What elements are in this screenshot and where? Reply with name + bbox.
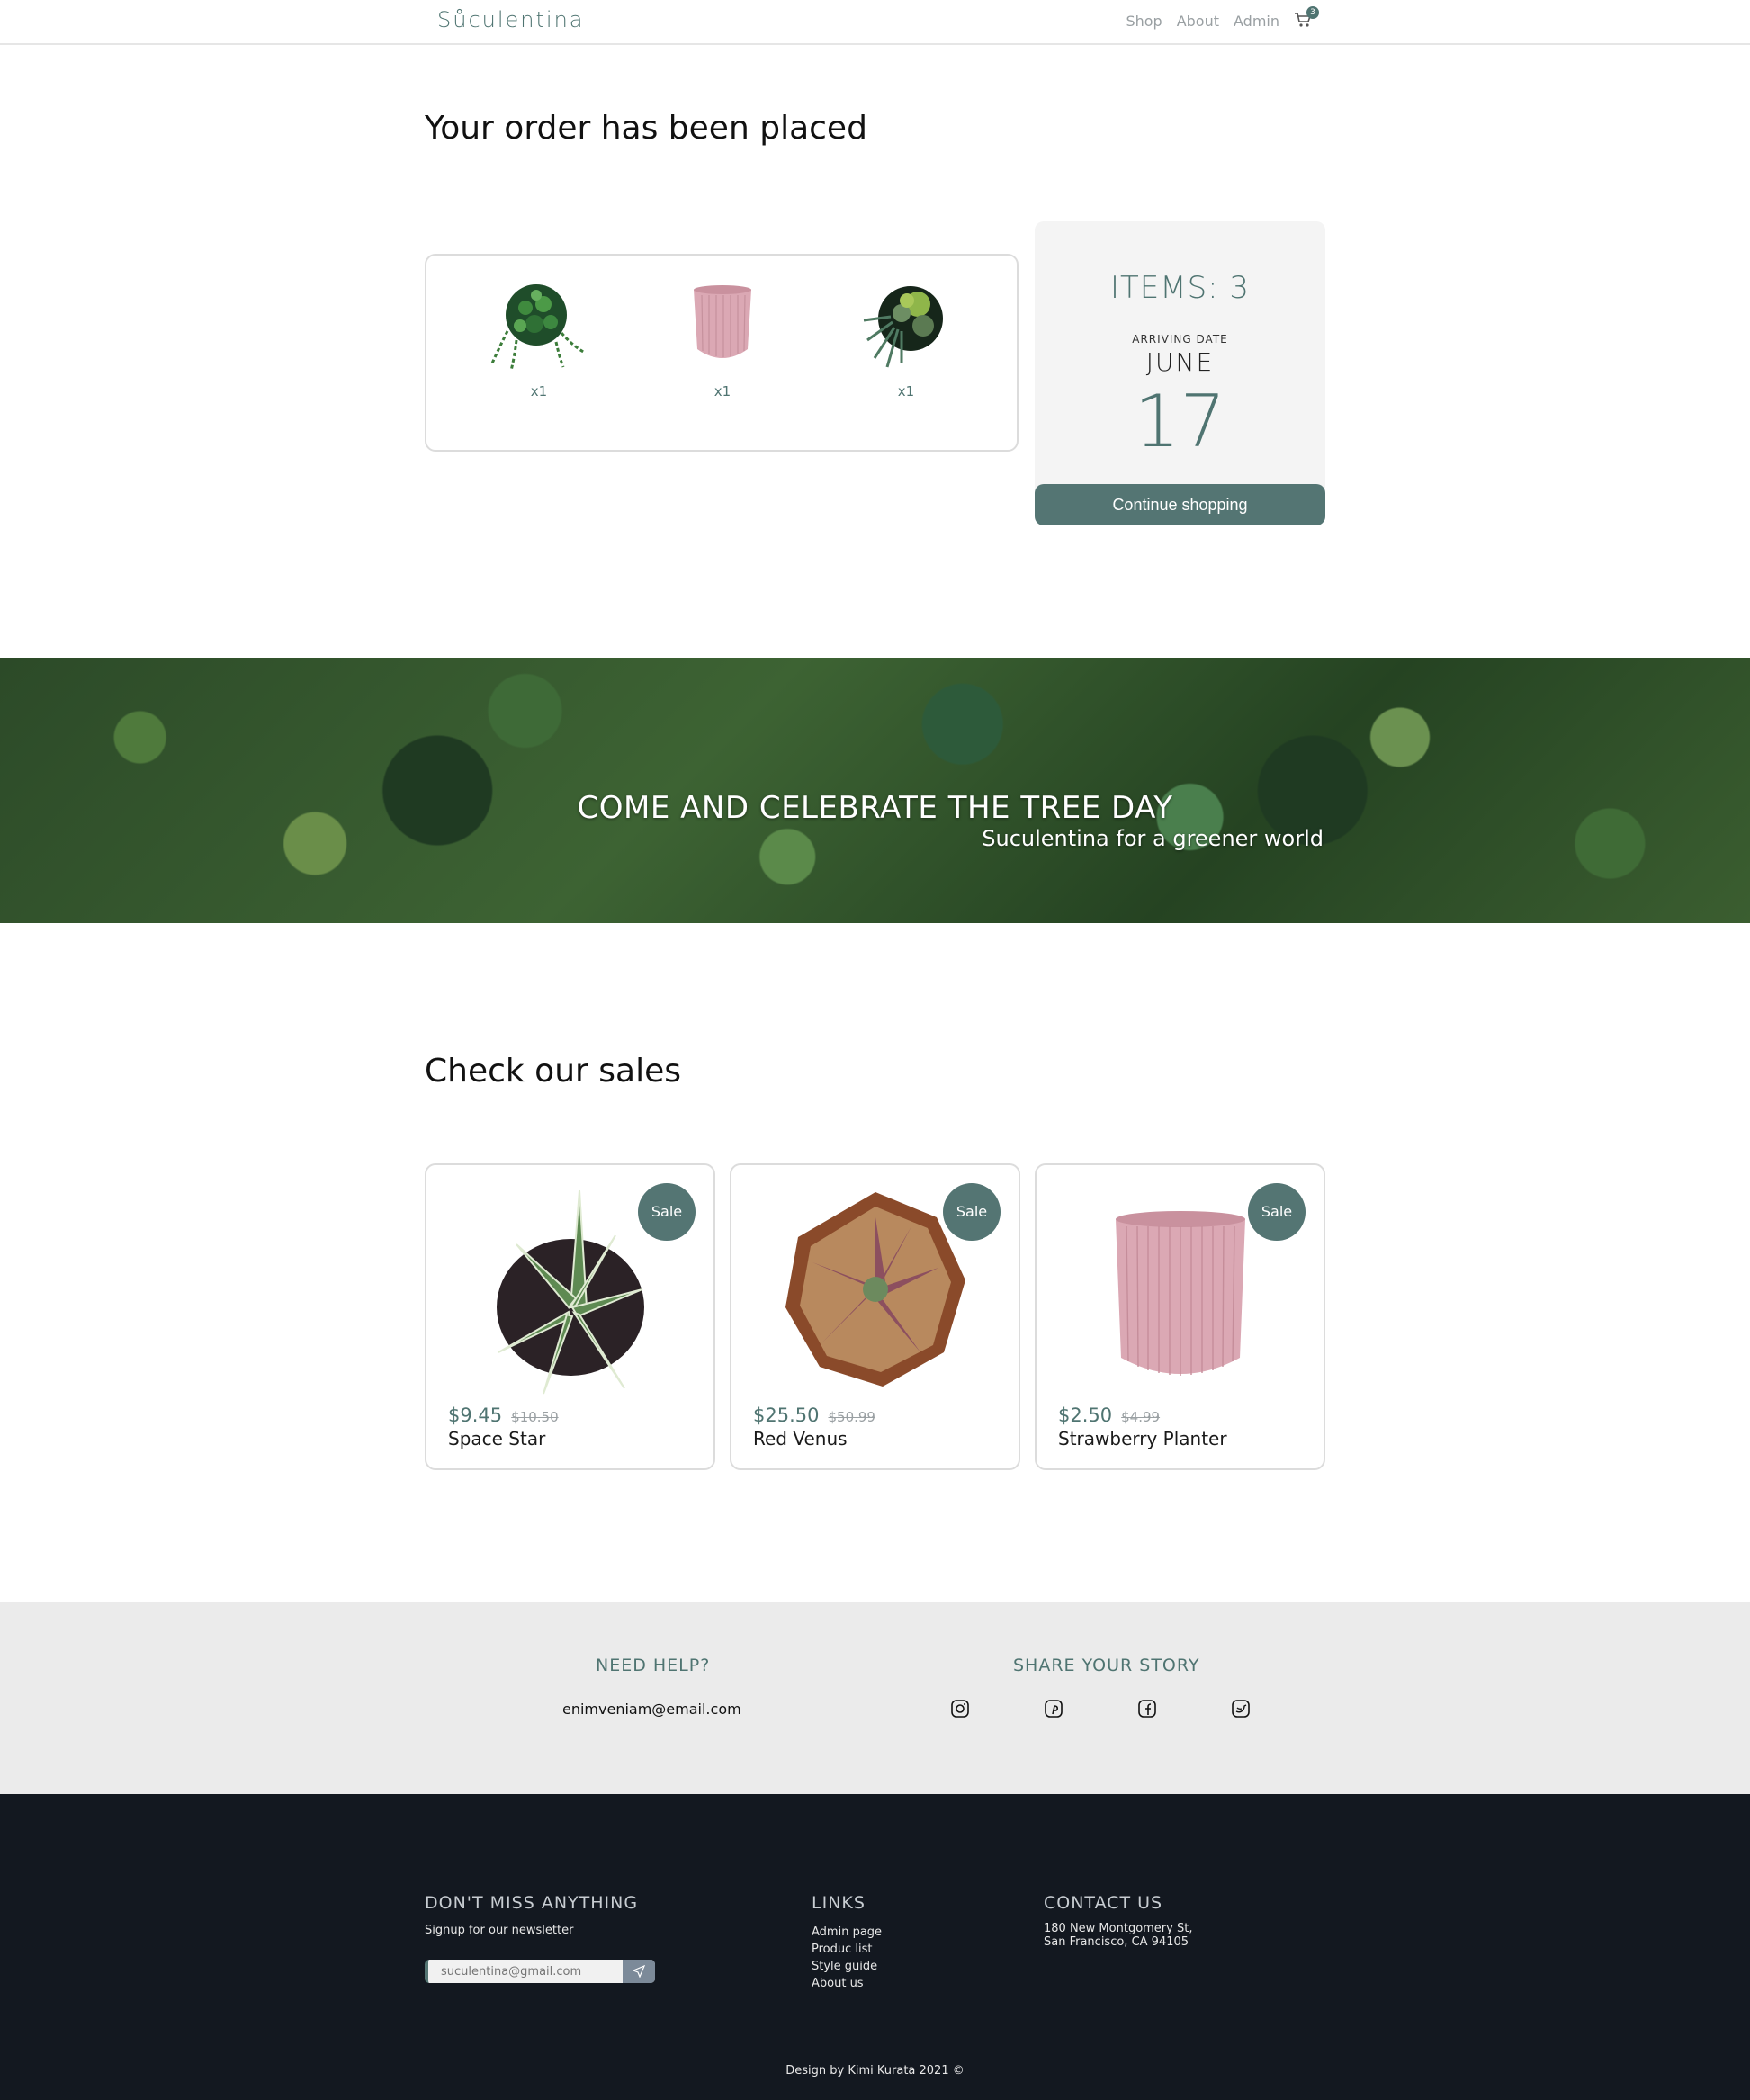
banner-title: COME AND CELEBRATE THE TREE DAY <box>577 790 1173 826</box>
product-card[interactable]: Sale $25.50 $50.99 Red Venus <box>730 1163 1020 1470</box>
succulent-arrangement-image <box>848 277 965 376</box>
nav-shop[interactable]: Shop <box>1126 13 1162 30</box>
arriving-day: 17 <box>1134 380 1226 463</box>
item-quantity: x1 <box>530 383 548 399</box>
product-price: $25.50 $50.99 <box>753 1404 875 1426</box>
old-price: $10.50 <box>511 1409 559 1425</box>
product-price: $9.45 $10.50 <box>448 1404 559 1426</box>
product-card[interactable]: Sale $2.50 $4.99 Strawberry Planter <box>1035 1163 1325 1470</box>
footer-link-about[interactable]: About us <box>812 1975 882 1992</box>
product-name: Strawberry Planter <box>1058 1428 1227 1449</box>
continue-shopping-button[interactable]: Continue shopping <box>1035 484 1325 525</box>
links-heading: LINKS <box>812 1893 866 1913</box>
old-price: $50.99 <box>828 1409 875 1425</box>
address-line-1: 180 New Montgomery St, <box>1044 1922 1193 1935</box>
share-story-heading: SHARE YOUR STORY <box>1013 1656 1200 1675</box>
newsletter-heading: DON'T MISS ANYTHING <box>425 1893 639 1913</box>
contact-heading: CONTACT US <box>1044 1893 1163 1913</box>
order-item: x1 <box>480 277 597 399</box>
order-items-box: x1 x1 x1 <box>425 254 1019 452</box>
page-title: Your order has been placed <box>425 110 867 147</box>
current-price: $2.50 <box>1058 1404 1113 1426</box>
design-credit: Design by Kimi Kurata 2021 © <box>785 2064 965 2078</box>
arriving-month: JUNE <box>1145 347 1215 377</box>
nav-admin[interactable]: Admin <box>1234 13 1279 30</box>
footer-link-product-list[interactable]: Produc list <box>812 1941 882 1958</box>
pinterest-icon[interactable] <box>1044 1699 1063 1719</box>
help-email-link[interactable]: enimveniam@email.com <box>562 1701 741 1718</box>
sale-badge: Sale <box>1248 1183 1306 1241</box>
banner-subtitle: Suculentina for a greener world <box>982 826 1324 851</box>
newsletter-subtitle: Signup for our newsletter <box>425 1924 574 1937</box>
pink-planter-image <box>664 277 781 376</box>
current-price: $25.50 <box>753 1404 820 1426</box>
item-quantity: x1 <box>897 383 915 399</box>
item-quantity: x1 <box>713 383 731 399</box>
product-card[interactable]: Sale $9.45 $10.50 Space Star <box>425 1163 715 1470</box>
contact-address: 180 New Montgomery St, San Francisco, CA… <box>1044 1922 1192 1949</box>
cart-count-badge: 3 <box>1306 6 1319 19</box>
current-price: $9.45 <box>448 1404 503 1426</box>
facebook-icon[interactable] <box>1137 1699 1157 1719</box>
main-nav: Shop About Admin 3 <box>1126 6 1319 30</box>
sale-badge: Sale <box>943 1183 1001 1241</box>
footer-link-style-guide[interactable]: Style guide <box>812 1958 882 1975</box>
footer-links: Admin page Produc list Style guide About… <box>812 1924 882 1992</box>
newsletter-form <box>425 1960 655 1983</box>
sales-section-title: Check our sales <box>425 1053 681 1090</box>
old-price: $4.99 <box>1121 1409 1161 1425</box>
logo[interactable]: Sůculentina <box>437 7 585 32</box>
tree-day-banner: COME AND CELEBRATE THE TREE DAY Suculent… <box>0 658 1750 923</box>
arriving-date-label: ARRIVING DATE <box>1132 333 1228 346</box>
order-summary-card: ITEMS: 3 ARRIVING DATE JUNE 17 Continue … <box>1035 221 1325 525</box>
product-name: Red Venus <box>753 1428 848 1449</box>
instagram-icon[interactable] <box>950 1699 970 1719</box>
string-of-pearls-image <box>480 277 597 376</box>
sale-badge: Sale <box>638 1183 696 1241</box>
site-footer: DON'T MISS ANYTHING Signup for our newsl… <box>0 1794 1750 2100</box>
need-help-heading: NEED HELP? <box>596 1656 711 1675</box>
footer-link-admin[interactable]: Admin page <box>812 1924 882 1941</box>
order-item: x1 <box>848 277 965 399</box>
product-name: Space Star <box>448 1428 546 1449</box>
send-icon[interactable] <box>623 1960 655 1983</box>
top-navbar: Sůculentina Shop About Admin 3 <box>0 0 1750 45</box>
nav-about[interactable]: About <box>1177 13 1219 30</box>
address-line-2: San Francisco, CA 94105 <box>1044 1935 1189 1949</box>
order-item: x1 <box>664 277 781 399</box>
product-price: $2.50 $4.99 <box>1058 1404 1160 1426</box>
help-section: NEED HELP? enimveniam@email.com SHARE YO… <box>0 1602 1750 1794</box>
items-count: ITEMS: 3 <box>1109 270 1251 306</box>
newsletter-email-input[interactable] <box>428 1960 623 1983</box>
cart-icon[interactable]: 3 <box>1294 6 1319 30</box>
twitter-icon[interactable] <box>1231 1699 1251 1719</box>
